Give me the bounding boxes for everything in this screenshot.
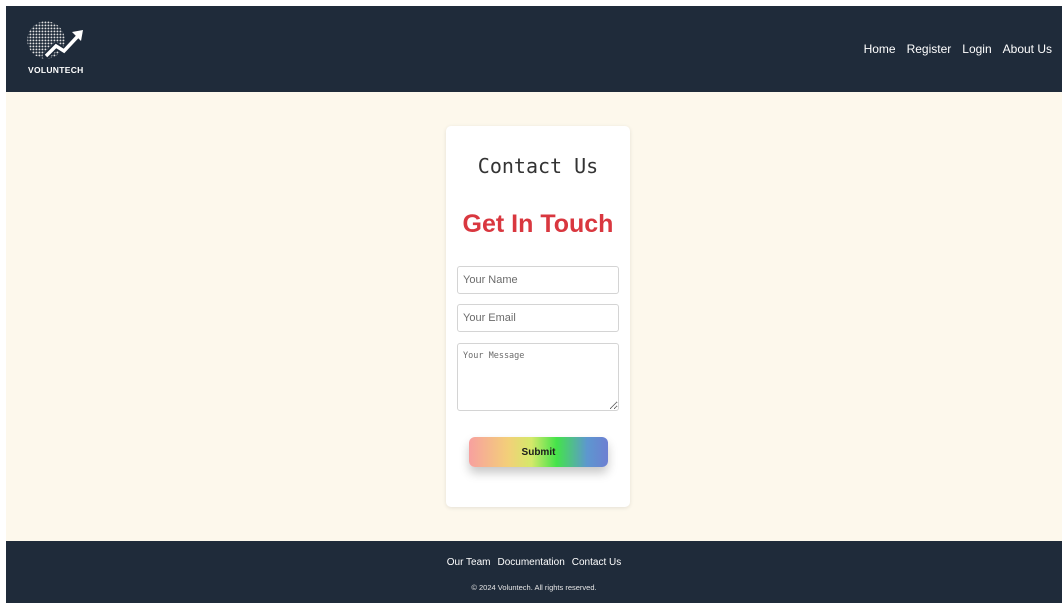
name-input[interactable] <box>457 266 619 294</box>
footer-documentation-link[interactable]: Documentation <box>498 557 565 568</box>
copyright-text: © 2024 Voluntech. All rights reserved. <box>471 583 597 592</box>
nav-login-link[interactable]: Login <box>962 42 991 56</box>
brand-logo-text: VOLUNTECH <box>28 65 84 75</box>
contact-card: Contact Us Get In Touch Submit <box>446 126 630 507</box>
globe-arrow-logo-icon <box>26 20 83 60</box>
nav-register-link[interactable]: Register <box>907 42 952 56</box>
footer-our-team-link[interactable]: Our Team <box>447 557 491 568</box>
brand-logo[interactable]: VOLUNTECH <box>26 18 96 78</box>
contact-title: Contact Us <box>477 154 599 178</box>
message-textarea[interactable] <box>457 343 619 411</box>
top-navbar: VOLUNTECH Home Register Login About Us <box>6 6 1062 92</box>
nav-home-link[interactable]: Home <box>864 42 896 56</box>
page-frame: VOLUNTECH Home Register Login About Us C… <box>6 6 1062 603</box>
get-in-touch-heading: Get In Touch <box>462 210 614 238</box>
main-nav: Home Register Login About Us <box>864 42 1052 56</box>
page-footer: Our Team Documentation Contact Us © 2024… <box>6 541 1062 603</box>
submit-button[interactable]: Submit <box>469 437 608 467</box>
email-input[interactable] <box>457 304 619 332</box>
footer-links: Our Team Documentation Contact Us <box>6 557 1062 568</box>
footer-contact-us-link[interactable]: Contact Us <box>572 557 621 568</box>
nav-about-link[interactable]: About Us <box>1003 42 1052 56</box>
